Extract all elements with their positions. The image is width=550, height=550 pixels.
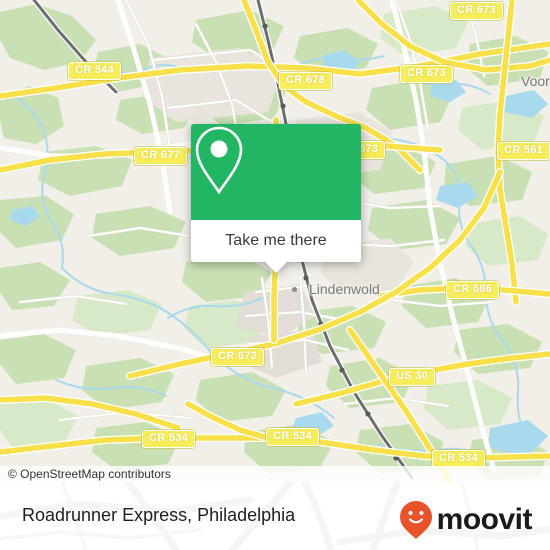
road-shield: CR 678 <box>279 72 333 90</box>
popup-pointer <box>265 262 287 273</box>
destination-popup-card[interactable]: Take me there <box>191 124 361 273</box>
moovit-wordmark: moovit <box>436 503 533 536</box>
popup-icon-area <box>191 124 361 220</box>
road-shield: CR 534 <box>266 428 320 446</box>
location-title: Roadrunner Express, Philadelphia <box>22 505 296 525</box>
road-shield: CR 686 <box>446 281 500 299</box>
take-me-there-label: Take me there <box>225 232 327 249</box>
road-shield: CR 544 <box>68 62 122 80</box>
popup-action-area[interactable]: Take me there <box>191 220 361 262</box>
place-dot-lindenwold <box>292 287 297 292</box>
road-shield: CR 673 <box>400 65 454 83</box>
road-shield: CR 673 <box>211 348 265 366</box>
road-shield: CR 677 <box>134 147 188 165</box>
place-label-lindenwold: Lindenwold <box>309 281 380 297</box>
road-shield: CR 534 <box>142 430 196 448</box>
place-label-voorhees: Voor <box>521 73 550 89</box>
moovit-pin-smiley-icon <box>399 501 432 539</box>
road-shield: CR 673 <box>450 2 504 20</box>
road-shield: CR 561 <box>497 142 550 160</box>
map-canvas[interactable]: .wood{fill:#c8e0b4;} .woodlight{fill:#d8… <box>0 0 550 482</box>
footer-bar: Roadrunner Express, Philadelphia moovit <box>0 482 550 550</box>
road-shield: US 30 <box>389 368 436 386</box>
moovit-map-screenshot: .wood{fill:#c8e0b4;} .woodlight{fill:#d8… <box>0 0 550 550</box>
moovit-brand[interactable]: moovit <box>399 500 533 540</box>
osm-attribution[interactable]: © OpenStreetMap contributors <box>0 466 550 482</box>
location-pin-icon <box>195 126 243 195</box>
